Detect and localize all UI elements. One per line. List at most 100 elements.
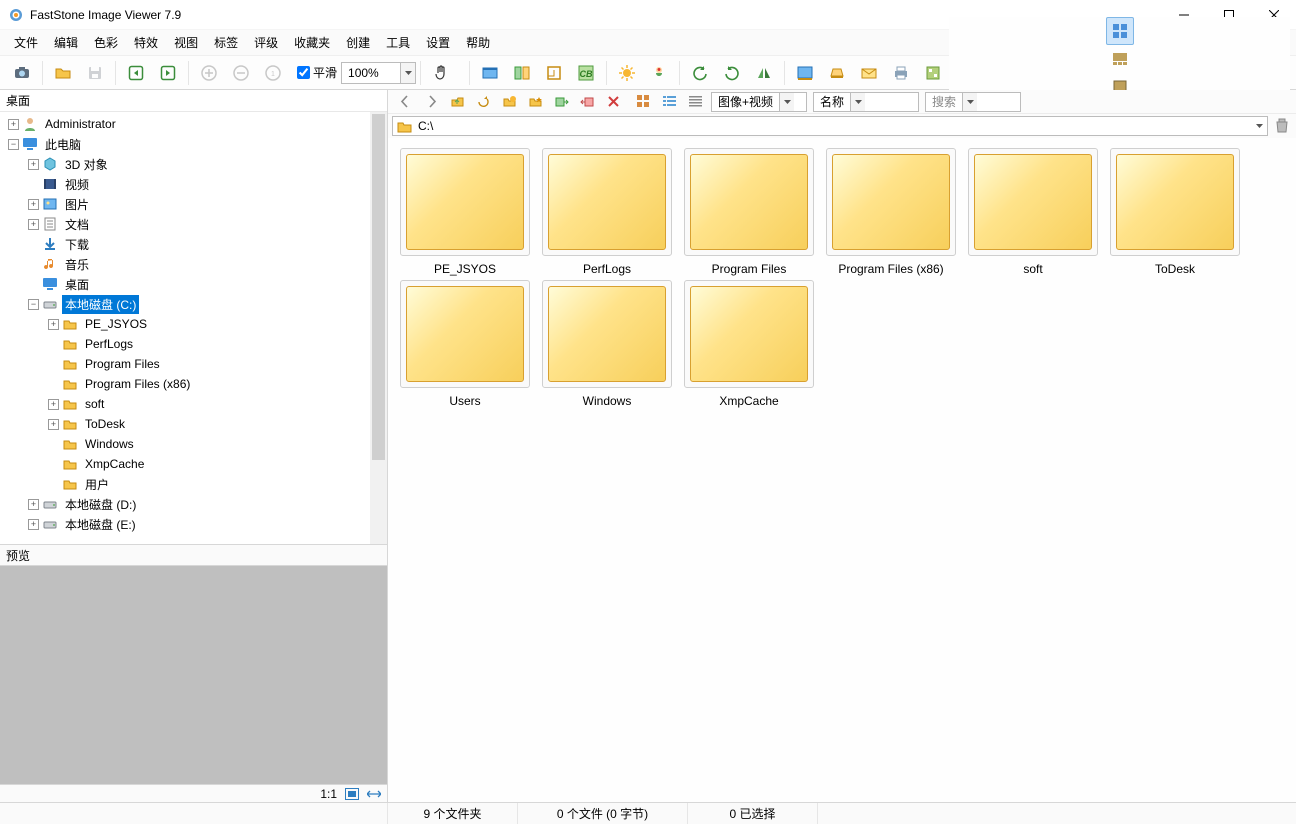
redeye-icon[interactable]	[645, 59, 673, 87]
nav-back-icon[interactable]	[394, 91, 416, 113]
email-icon[interactable]	[855, 59, 883, 87]
tree-item[interactable]: −此电脑	[0, 134, 387, 154]
tree-item[interactable]: +本地磁盘 (D:)	[0, 494, 387, 514]
path-input[interactable]: C:\	[392, 116, 1268, 136]
tree-item[interactable]: +本地磁盘 (E:)	[0, 514, 387, 534]
adjust-light-icon[interactable]	[613, 59, 641, 87]
acquire-icon[interactable]	[8, 59, 36, 87]
expand-icon[interactable]: +	[28, 519, 39, 530]
delete-icon[interactable]	[602, 91, 624, 113]
menu-edit[interactable]: 编辑	[46, 31, 86, 54]
stretch-icon[interactable]	[367, 788, 381, 800]
redo-icon[interactable]	[154, 59, 182, 87]
zoom-out-icon[interactable]	[227, 59, 255, 87]
tree-item[interactable]: −本地磁盘 (C:)	[0, 294, 387, 314]
smooth-checkbox[interactable]	[297, 66, 310, 79]
filter-combo[interactable]: 图像+视频	[711, 92, 807, 112]
expand-icon[interactable]: +	[28, 159, 39, 170]
view-thumbnails-icon[interactable]	[1106, 17, 1134, 45]
folder-thumbnail[interactable]: PerfLogs	[538, 148, 676, 276]
path-dropdown-icon[interactable]	[1256, 124, 1263, 128]
expand-icon[interactable]: +	[28, 499, 39, 510]
menu-tools[interactable]: 工具	[378, 31, 418, 54]
undo-icon[interactable]	[122, 59, 150, 87]
tree-root[interactable]: 桌面	[0, 90, 387, 112]
tree-scrollbar[interactable]	[370, 112, 387, 544]
save-icon[interactable]	[81, 59, 109, 87]
open-icon[interactable]	[49, 59, 77, 87]
folder-thumbnail[interactable]: soft	[964, 148, 1102, 276]
folder-thumbnail[interactable]: XmpCache	[680, 280, 818, 408]
expand-icon[interactable]: +	[48, 319, 59, 330]
compare-icon[interactable]	[508, 59, 536, 87]
rotate-right-icon[interactable]	[718, 59, 746, 87]
settings-icon[interactable]	[919, 59, 947, 87]
refresh-icon[interactable]	[472, 91, 494, 113]
tree-item[interactable]: +文档	[0, 214, 387, 234]
fit-icon[interactable]	[345, 788, 359, 800]
tree-item[interactable]: PerfLogs	[0, 334, 387, 354]
tree-item[interactable]: +PE_JSYOS	[0, 314, 387, 334]
menu-color[interactable]: 色彩	[86, 31, 126, 54]
menu-effects[interactable]: 特效	[126, 31, 166, 54]
collapse-icon[interactable]: −	[28, 299, 39, 310]
zoom-actual-icon[interactable]: 1	[259, 59, 287, 87]
nav-forward-icon[interactable]	[420, 91, 442, 113]
folder-thumbnail[interactable]: Users	[396, 280, 534, 408]
menu-file[interactable]: 文件	[6, 31, 46, 54]
folder-thumbnail[interactable]: ToDesk	[1106, 148, 1244, 276]
view-details-icon[interactable]	[684, 91, 706, 113]
expand-icon[interactable]: +	[48, 399, 59, 410]
menu-create[interactable]: 创建	[338, 31, 378, 54]
rotate-left-icon[interactable]	[686, 59, 714, 87]
hand-tool-icon[interactable]	[427, 59, 455, 87]
tree-item[interactable]: 视频	[0, 174, 387, 194]
tree-item[interactable]: 下载	[0, 234, 387, 254]
expand-icon[interactable]: +	[28, 199, 39, 210]
tree-item[interactable]: XmpCache	[0, 454, 387, 474]
view-large-icon[interactable]	[632, 91, 654, 113]
canvas-icon[interactable]: CB	[572, 59, 600, 87]
tree-item[interactable]: +soft	[0, 394, 387, 414]
expand-icon[interactable]: +	[48, 419, 59, 430]
search-combo[interactable]: 搜索	[925, 92, 1021, 112]
scan-icon[interactable]	[823, 59, 851, 87]
zoom-value[interactable]: 100%	[341, 62, 401, 84]
tree-item[interactable]: 音乐	[0, 254, 387, 274]
recycle-icon[interactable]	[1272, 116, 1292, 136]
menu-settings[interactable]: 设置	[418, 31, 458, 54]
resize-icon[interactable]	[540, 59, 568, 87]
tree-item[interactable]: Program Files	[0, 354, 387, 374]
menu-rating[interactable]: 评级	[246, 31, 286, 54]
view-filmstrip-icon[interactable]	[1106, 45, 1134, 73]
tree-item[interactable]: Windows	[0, 434, 387, 454]
copy-to-icon[interactable]	[550, 91, 572, 113]
tree-item[interactable]: +Administrator	[0, 114, 387, 134]
menu-view[interactable]: 视图	[166, 31, 206, 54]
print-icon[interactable]	[887, 59, 915, 87]
menu-favorites[interactable]: 收藏夹	[286, 31, 338, 54]
smooth-toggle[interactable]: 平滑	[293, 63, 337, 82]
flip-icon[interactable]	[750, 59, 778, 87]
folder-thumbnail[interactable]: Program Files (x86)	[822, 148, 960, 276]
tree-item[interactable]: +图片	[0, 194, 387, 214]
tree-item[interactable]: +ToDesk	[0, 414, 387, 434]
folder-thumbnail[interactable]: Windows	[538, 280, 676, 408]
expand-icon[interactable]: +	[28, 219, 39, 230]
nav-up-icon[interactable]	[446, 91, 468, 113]
folder-tree[interactable]: +Administrator−此电脑+3D 对象视频+图片+文档下载音乐桌面−本…	[0, 112, 387, 544]
tree-item[interactable]: 用户	[0, 474, 387, 494]
sort-combo[interactable]: 名称	[813, 92, 919, 112]
fav-add-icon[interactable]	[524, 91, 546, 113]
new-folder-icon[interactable]	[498, 91, 520, 113]
wallpaper-icon[interactable]	[791, 59, 819, 87]
menu-help[interactable]: 帮助	[458, 31, 498, 54]
expand-icon[interactable]: +	[8, 119, 19, 130]
menu-tag[interactable]: 标签	[206, 31, 246, 54]
tree-item[interactable]: 桌面	[0, 274, 387, 294]
tree-item[interactable]: Program Files (x86)	[0, 374, 387, 394]
move-to-icon[interactable]	[576, 91, 598, 113]
tree-item[interactable]: +3D 对象	[0, 154, 387, 174]
folder-thumbnail[interactable]: PE_JSYOS	[396, 148, 534, 276]
folder-thumbnail[interactable]: Program Files	[680, 148, 818, 276]
